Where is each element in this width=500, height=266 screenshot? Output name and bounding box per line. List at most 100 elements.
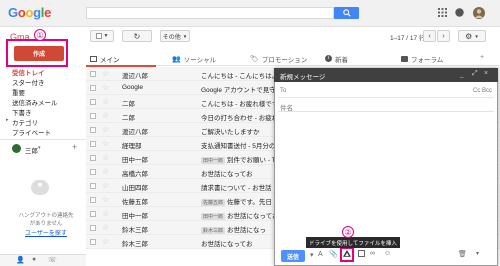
select-checkbox-button[interactable]: ▼	[90, 30, 114, 42]
drive-icon[interactable]	[343, 250, 351, 258]
row-subject: 鈴木三郎 お世話になっ	[201, 224, 266, 234]
drive-tooltip: ドライブを使用してファイルを挿入	[306, 237, 400, 248]
caret-right-icon[interactable]: ▸	[6, 117, 9, 123]
sidebar-item-drafts[interactable]: 下書き	[12, 107, 32, 117]
cc-bcc-link[interactable]: Cc Bcc	[473, 88, 492, 94]
apps-grid-icon[interactable]	[438, 8, 447, 17]
minimize-icon[interactable]: _	[460, 71, 464, 78]
row-checkbox[interactable]	[90, 71, 96, 77]
trash-icon[interactable]: 🗑	[458, 250, 467, 258]
row-checkbox[interactable]	[90, 155, 96, 161]
person-icon[interactable]: 👤	[16, 256, 25, 264]
notification-icon[interactable]	[455, 8, 464, 17]
search-button[interactable]	[334, 7, 359, 19]
sidebar-item-important[interactable]: 重要	[12, 87, 25, 97]
chevron-down-icon[interactable]: ▼	[37, 145, 41, 150]
tab-promotions[interactable]: 🏷 プロモーション	[250, 51, 307, 66]
star-icon[interactable]: ☆	[102, 97, 109, 106]
tab-forums[interactable]: フォーラム	[401, 51, 443, 66]
add-contact-icon[interactable]: +	[72, 142, 77, 152]
star-icon[interactable]: ☆	[102, 209, 109, 218]
photo-icon[interactable]	[358, 250, 365, 257]
to-field[interactable]: To Cc Bcc	[278, 86, 494, 98]
tab-label: メイン	[100, 56, 120, 64]
sidebar-item-categories[interactable]: カテゴリ	[12, 117, 38, 127]
search-input[interactable]	[86, 7, 334, 19]
emoji-icon[interactable]: ☺	[384, 250, 391, 257]
row-subject: ご解決いたしますか	[201, 129, 260, 136]
star-icon[interactable]: ☆	[102, 181, 109, 190]
row-checkbox[interactable]	[90, 225, 96, 231]
attach-icon[interactable]: 📎	[329, 250, 338, 258]
star-icon[interactable]: ☆	[102, 139, 109, 148]
row-subject-text: 別件でお願い - T	[227, 157, 276, 164]
star-icon[interactable]: ☆	[102, 167, 109, 176]
info-icon: i	[325, 55, 332, 62]
sidebar-item-sent[interactable]: 送信済みメール	[12, 97, 58, 107]
tab-updates[interactable]: i 新着	[325, 51, 348, 66]
row-subject: お世話になってお	[201, 241, 253, 248]
row-checkbox[interactable]	[90, 197, 96, 203]
label-badge: 田中一郎	[201, 157, 226, 164]
chevron-down-icon: ▼	[103, 33, 109, 39]
row-subject: お世話になってお	[201, 171, 253, 178]
star-icon[interactable]: ☆	[102, 153, 109, 162]
star-icon[interactable]: ☆	[102, 237, 109, 246]
tab-primary[interactable]: メイン	[90, 51, 120, 66]
find-users-link[interactable]: ユーザーを探す	[6, 228, 86, 237]
avatar-icon[interactable]	[473, 7, 485, 19]
star-icon[interactable]: ☆	[102, 83, 109, 92]
row-subject: こんにちは - お疲れ様です	[201, 101, 279, 108]
star-icon[interactable]: ☆	[102, 223, 109, 232]
user-avatar[interactable]	[12, 144, 21, 153]
row-checkbox[interactable]	[90, 113, 96, 119]
google-logo[interactable]: Google	[8, 5, 51, 20]
star-icon[interactable]: ☆	[102, 195, 109, 204]
phone-icon[interactable]: ☏	[48, 256, 57, 264]
row-sender: 田中一郎	[122, 213, 148, 220]
row-checkbox[interactable]	[90, 85, 96, 91]
compose-window-header[interactable]: 新規メッセージ _ ⤢ ×	[274, 68, 498, 82]
prev-page-button[interactable]: ‹	[423, 30, 436, 42]
next-page-button[interactable]: ›	[437, 30, 450, 42]
subject-field[interactable]: 件名	[278, 100, 494, 112]
annotation-1: ①	[34, 29, 46, 41]
sidebar-item-inbox[interactable]: 受信トレイ	[12, 67, 45, 77]
row-checkbox[interactable]	[90, 183, 96, 189]
row-checkbox[interactable]	[90, 169, 96, 175]
row-sender: 山田四郎	[122, 185, 148, 192]
more-options-icon[interactable]: ▾	[476, 250, 479, 257]
text-format-icon[interactable]: A	[318, 251, 323, 258]
label-badge: 佐藤五郎	[201, 199, 226, 206]
row-checkbox[interactable]	[90, 211, 96, 217]
star-icon[interactable]: ☆	[102, 111, 109, 120]
row-subject: 請求書について - お世話	[201, 185, 272, 192]
logo-letter: o	[25, 5, 34, 20]
chat-icon[interactable]: ●	[32, 256, 36, 263]
sidebar-item-starred[interactable]: スター付き	[12, 77, 45, 87]
more-button[interactable]: その他 ▼	[160, 30, 190, 42]
sidebar-item-private[interactable]: プライベート	[12, 127, 51, 137]
message-body[interactable]	[276, 116, 496, 242]
star-icon[interactable]: ☆	[102, 125, 109, 134]
star-icon[interactable]: ☆	[102, 69, 109, 78]
compose-button[interactable]: 作成	[14, 46, 64, 61]
tab-social[interactable]: 👥 ソーシャル	[172, 51, 216, 66]
close-icon[interactable]: ×	[484, 70, 488, 77]
row-subject-text: 佐藤です。先日	[227, 199, 272, 206]
row-checkbox[interactable]	[90, 127, 96, 133]
checkbox-icon	[95, 33, 102, 39]
row-checkbox[interactable]	[90, 99, 96, 105]
settings-button[interactable]: ⚙ ▼	[458, 30, 486, 42]
refresh-button[interactable]: ↻	[122, 30, 152, 42]
expand-icon[interactable]: ⤢	[472, 70, 478, 78]
chevron-down-icon[interactable]: ▾	[310, 251, 314, 259]
add-tab-icon[interactable]: +	[480, 54, 484, 61]
subject-label: 件名	[280, 105, 293, 112]
link-icon[interactable]: ∞	[370, 250, 375, 257]
row-checkbox[interactable]	[90, 239, 96, 245]
row-sender: 鈴木三郎	[122, 227, 148, 234]
tab-label: ソーシャル	[183, 56, 217, 64]
send-button[interactable]: 送信	[281, 250, 305, 262]
row-checkbox[interactable]	[90, 141, 96, 147]
